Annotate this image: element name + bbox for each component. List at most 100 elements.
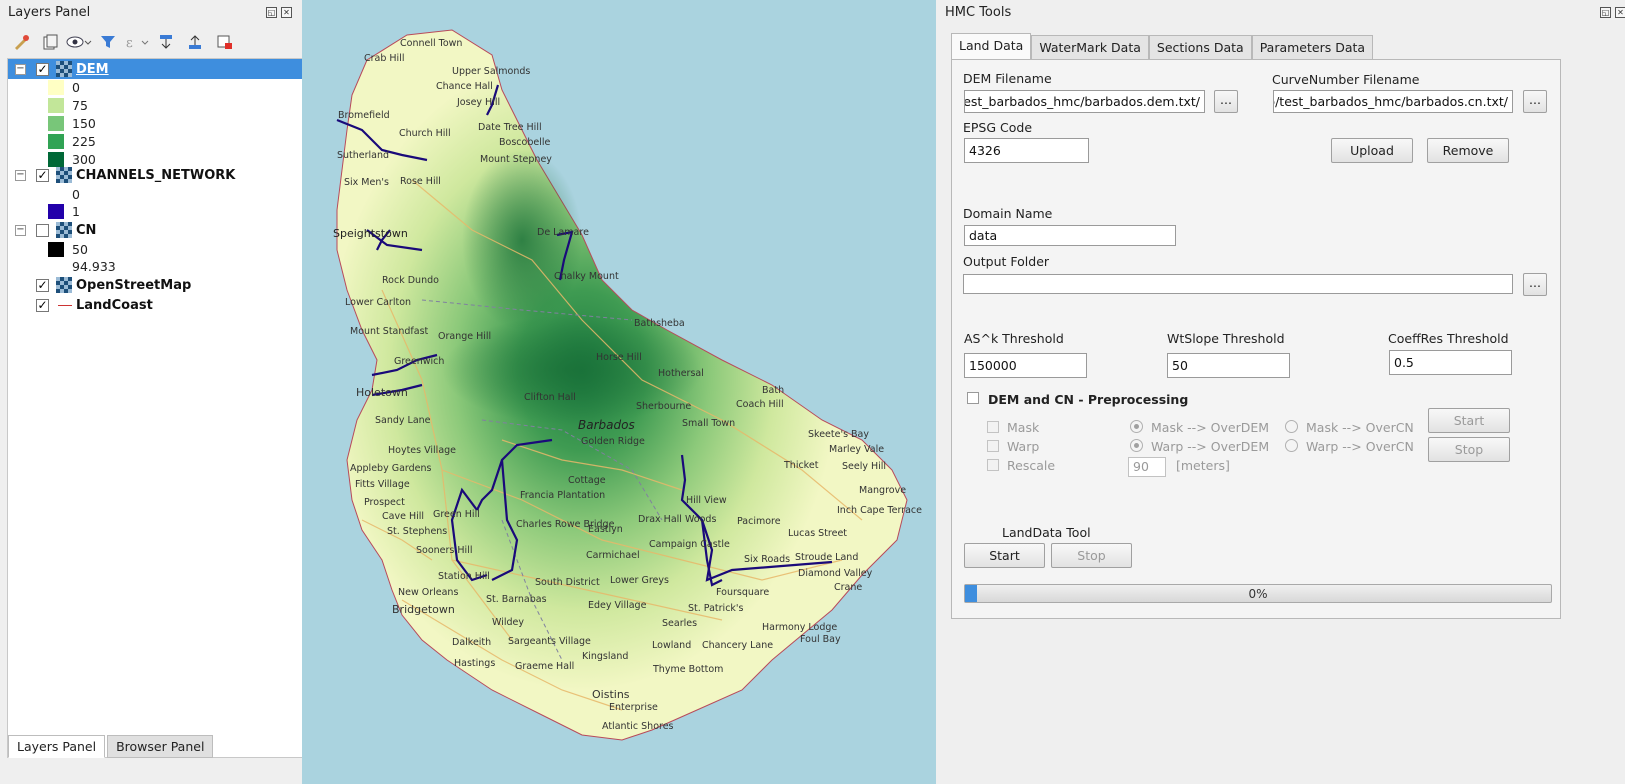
wtslope-threshold-field[interactable]: 50 bbox=[1167, 353, 1290, 378]
layer-channels-network[interactable]: − ✓ CHANNELS_NETWORK bbox=[8, 165, 304, 185]
expand-all-icon[interactable] bbox=[153, 30, 179, 54]
layer-visibility-checkbox[interactable] bbox=[36, 223, 49, 237]
epsg-code-label: EPSG Code bbox=[963, 120, 1033, 135]
remove-button[interactable]: Remove bbox=[1427, 138, 1509, 163]
domain-name-field[interactable]: data bbox=[964, 225, 1176, 246]
layers-panel: Layers Panel ◱ ✕ ε − ✓ DEM 0 75 150 225 … bbox=[0, 0, 308, 784]
expression-filter-icon[interactable]: ε bbox=[124, 30, 150, 54]
preprocessing-checkbox[interactable] bbox=[967, 392, 979, 404]
collapse-icon[interactable]: − bbox=[15, 63, 26, 75]
coeffres-threshold-label: CoeffRes Threshold bbox=[1388, 331, 1509, 346]
ask-threshold-field[interactable]: 150000 bbox=[964, 353, 1087, 378]
coeffres-threshold-field[interactable]: 0.5 bbox=[1389, 350, 1512, 375]
rescale-value-field[interactable]: 90 bbox=[1128, 457, 1166, 477]
place-label: Chancery Lane bbox=[702, 640, 774, 651]
float-icon[interactable]: ◱ bbox=[266, 7, 277, 18]
layer-dem[interactable]: − ✓ DEM bbox=[8, 59, 304, 79]
legend-item: 50 bbox=[48, 240, 88, 258]
progress-bar: 0% bbox=[964, 584, 1552, 603]
place-label: Inch Cape Terrace bbox=[837, 505, 923, 516]
collapse-icon[interactable]: − bbox=[15, 224, 26, 236]
close-icon[interactable]: ✕ bbox=[281, 7, 292, 18]
layer-cn[interactable]: − CN bbox=[8, 220, 304, 240]
place-label: Thyme Bottom bbox=[653, 664, 724, 675]
layer-name: LandCoast bbox=[76, 297, 153, 313]
raster-layer-icon bbox=[56, 167, 72, 183]
layer-visibility-checkbox[interactable]: ✓ bbox=[36, 278, 49, 292]
layer-visibility-checkbox[interactable]: ✓ bbox=[36, 298, 49, 312]
mask-checkbox[interactable] bbox=[987, 421, 999, 433]
landdata-start-button[interactable]: Start bbox=[964, 543, 1045, 568]
place-label: Campaign Castle bbox=[649, 539, 730, 550]
place-label: Lowland bbox=[652, 640, 692, 651]
cn-browse-button[interactable]: ... bbox=[1523, 90, 1547, 113]
rescale-label: Rescale bbox=[1007, 458, 1056, 473]
mask-overcn-radio[interactable] bbox=[1285, 420, 1298, 433]
collapse-icon[interactable]: − bbox=[15, 169, 26, 181]
landdata-stop-button[interactable]: Stop bbox=[1051, 543, 1132, 568]
place-label: New Orleans bbox=[398, 587, 459, 598]
preprocessing-stop-button[interactable]: Stop bbox=[1428, 437, 1510, 462]
tab-browser-panel[interactable]: Browser Panel bbox=[107, 735, 214, 758]
domain-name-label: Domain Name bbox=[963, 206, 1053, 221]
tab-watermark-data[interactable]: WaterMark Data bbox=[1031, 35, 1149, 59]
place-label: Skeete's Bay bbox=[808, 429, 869, 440]
place-label: Bath bbox=[762, 385, 785, 396]
place-label: Foursquare bbox=[716, 587, 770, 598]
hmc-tools-panel: HMC Tools ◱ ✕ Land Data WaterMark Data S… bbox=[936, 0, 1625, 784]
place-label: Prospect bbox=[364, 497, 405, 508]
warp-checkbox[interactable] bbox=[987, 440, 999, 452]
place-label: Green Hill bbox=[433, 509, 480, 520]
dem-filename-field[interactable]: /home/user/Desktop/test_barbados_hmc/bar… bbox=[964, 90, 1205, 113]
place-label: Church Hill bbox=[399, 128, 451, 139]
cn-filename-field[interactable]: /home/user/Desktop/test_barbados_hmc/bar… bbox=[1273, 90, 1513, 113]
tab-land-data[interactable]: Land Data bbox=[951, 33, 1032, 59]
output-folder-field[interactable] bbox=[963, 274, 1513, 294]
place-label: Chance Hall bbox=[436, 81, 493, 92]
add-group-icon[interactable] bbox=[37, 30, 63, 54]
close-icon[interactable]: ✕ bbox=[1615, 7, 1625, 18]
epsg-code-field[interactable]: 4326 bbox=[964, 138, 1089, 163]
warp-overdem-radio[interactable] bbox=[1130, 439, 1143, 452]
upload-button[interactable]: Upload bbox=[1331, 138, 1413, 163]
rescale-checkbox[interactable] bbox=[987, 459, 999, 471]
dem-browse-button[interactable]: ... bbox=[1214, 90, 1238, 113]
place-label: Dalkeith bbox=[452, 637, 492, 648]
layer-visibility-checkbox[interactable]: ✓ bbox=[36, 168, 49, 182]
place-label: Edey Village bbox=[588, 600, 647, 611]
remove-layer-icon[interactable] bbox=[211, 30, 237, 54]
layer-visibility-checkbox[interactable]: ✓ bbox=[36, 62, 49, 76]
place-label: Coach Hill bbox=[736, 399, 784, 410]
float-icon[interactable]: ◱ bbox=[1600, 7, 1611, 18]
land-data-page: DEM Filename /home/user/Desktop/test_bar… bbox=[951, 59, 1561, 619]
preprocessing-start-button[interactable]: Start bbox=[1428, 408, 1510, 433]
place-label: Diamond Valley bbox=[798, 568, 873, 579]
collapse-all-icon[interactable] bbox=[182, 30, 208, 54]
mask-overcn-label: Mask --> OverCN bbox=[1306, 420, 1414, 435]
filter-icon[interactable] bbox=[95, 30, 121, 54]
mask-overdem-radio[interactable] bbox=[1130, 420, 1143, 433]
style-icon[interactable] bbox=[8, 30, 34, 54]
legend-swatch bbox=[48, 97, 64, 113]
landdata-tool-label: LandData Tool bbox=[1002, 525, 1091, 540]
layer-name: DEM bbox=[76, 61, 109, 77]
tab-parameters-data[interactable]: Parameters Data bbox=[1251, 35, 1374, 59]
place-label: Fitts Village bbox=[355, 479, 410, 490]
output-browse-button[interactable]: ... bbox=[1523, 273, 1547, 296]
place-label: St. Stephens bbox=[387, 526, 448, 537]
warp-overcn-radio[interactable] bbox=[1285, 439, 1298, 452]
place-label: Small Town bbox=[682, 418, 736, 429]
tab-layers-panel[interactable]: Layers Panel bbox=[8, 735, 106, 758]
visibility-icon[interactable] bbox=[66, 30, 92, 54]
warp-overcn-label: Warp --> OverCN bbox=[1306, 439, 1414, 454]
layer-openstreetmap[interactable]: ✓ OpenStreetMap bbox=[8, 275, 304, 295]
legend-swatch bbox=[48, 133, 64, 149]
tab-sections-data[interactable]: Sections Data bbox=[1148, 35, 1252, 59]
place-label: St. Barnabas bbox=[486, 594, 547, 605]
place-label: Hill View bbox=[686, 495, 727, 506]
line-layer-icon bbox=[58, 304, 72, 306]
map-canvas[interactable]: Connell Town Crab Hill Upper Salmonds Ch… bbox=[302, 0, 936, 784]
mask-overdem-label: Mask --> OverDEM bbox=[1151, 420, 1270, 435]
hmc-tools-title: HMC Tools bbox=[945, 5, 1012, 20]
layer-landcoast[interactable]: ✓ LandCoast bbox=[8, 295, 304, 315]
